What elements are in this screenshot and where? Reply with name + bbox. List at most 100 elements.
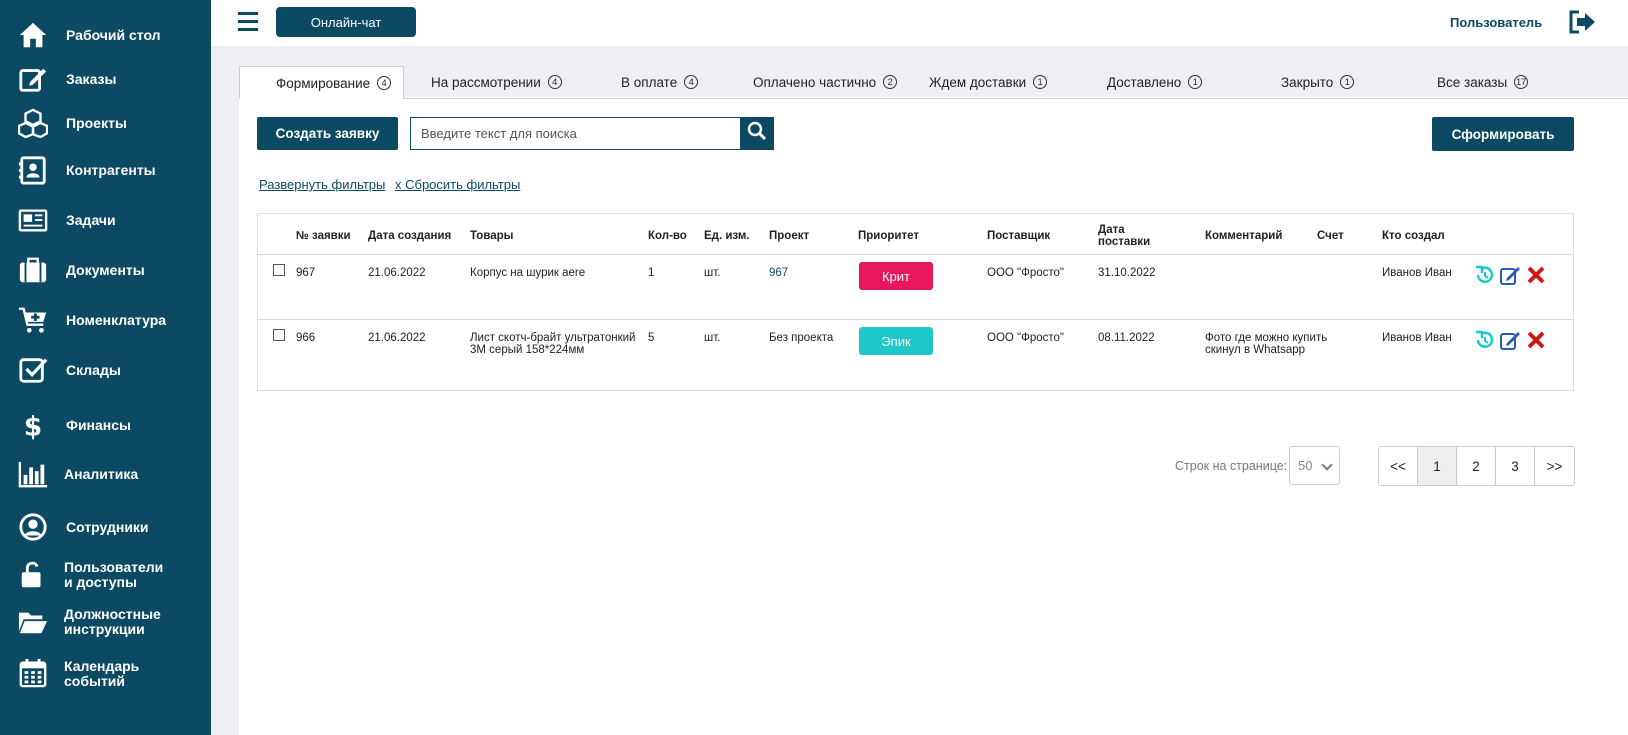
cell-number: 966 xyxy=(296,332,316,344)
page-button[interactable]: 1 xyxy=(1418,447,1457,485)
page-last-button[interactable]: >> xyxy=(1535,447,1574,485)
sidebar-item-finance[interactable]: $ Финансы xyxy=(0,408,211,442)
cell-comment: Фото где можно купить скинул в Whatsapp xyxy=(1205,332,1335,356)
sidebar-item-desktop[interactable]: Рабочий стол xyxy=(0,18,211,52)
online-chat-button[interactable]: Онлайн-чат xyxy=(276,7,416,37)
cubes-icon xyxy=(16,106,50,140)
cell-goods-line1: Корпус на шурик aere xyxy=(470,267,586,279)
sidebar-item-label: Аналитика xyxy=(64,466,139,482)
sidebar-item-documents[interactable]: Документы xyxy=(0,253,211,287)
logout-icon[interactable] xyxy=(1568,10,1596,34)
create-request-button[interactable]: Создать заявку xyxy=(257,117,398,150)
tab-label: Доставлено xyxy=(1107,74,1182,90)
delete-icon[interactable] xyxy=(1525,329,1547,351)
cell-unit: шт. xyxy=(704,267,721,279)
tabs-divider xyxy=(239,98,1628,99)
tab-count: 4 xyxy=(547,75,562,89)
page-button[interactable]: 3 xyxy=(1496,447,1535,485)
col-header-project[interactable]: Проект xyxy=(769,230,809,242)
sidebar-item-label: Пользователи и доступы xyxy=(64,560,163,590)
cell-created: 21.06.2022 xyxy=(368,267,426,279)
tab-all-orders[interactable]: Все заказы 17 xyxy=(1437,66,1529,98)
sidebar-item-label: Документы xyxy=(66,262,145,278)
sidebar-item-label: Проекты xyxy=(66,115,127,131)
row-checkbox[interactable] xyxy=(273,329,285,341)
rows-per-page-label: Строк на странице: xyxy=(1175,459,1288,473)
user-link[interactable]: Пользователь xyxy=(1450,15,1542,30)
sidebar-item-tasks[interactable]: Задачи xyxy=(0,203,211,237)
sidebar-item-nomenclature[interactable]: Номенклатура xyxy=(0,303,211,337)
col-header-priority[interactable]: Приоритет xyxy=(858,230,919,242)
tab-closed[interactable]: Закрыто 1 xyxy=(1281,66,1355,98)
newspaper-icon xyxy=(16,203,50,237)
sidebar-item-counterparties[interactable]: Контрагенты xyxy=(0,153,211,187)
rows-per-page-select[interactable]: 50 xyxy=(1289,446,1340,485)
search-input[interactable] xyxy=(410,117,741,150)
col-header-comment[interactable]: Комментарий xyxy=(1205,230,1282,242)
header-divider xyxy=(258,254,1573,255)
sidebar-item-employees[interactable]: Сотрудники xyxy=(0,510,211,544)
tab-forming[interactable]: Формирование 4 xyxy=(239,66,404,99)
expand-filters-link[interactable]: Развернуть фильтры xyxy=(259,177,385,192)
sidebar-item-users-access[interactable]: Пользователи и доступы xyxy=(0,558,211,592)
reset-filters-link[interactable]: x Сбросить фильтры xyxy=(395,177,520,192)
col-header-author[interactable]: Кто создал xyxy=(1382,230,1445,242)
cell-delivery: 31.10.2022 xyxy=(1098,267,1156,279)
tab-label: Ждем доставки xyxy=(929,74,1027,90)
page-button[interactable]: 2 xyxy=(1457,447,1496,485)
generate-button[interactable]: Сформировать xyxy=(1432,117,1574,151)
sidebar-item-orders[interactable]: Заказы xyxy=(0,62,211,96)
tab-count: 4 xyxy=(377,76,392,90)
contact-card-icon xyxy=(16,153,50,187)
col-header-supplier[interactable]: Поставщик xyxy=(987,230,1050,242)
history-icon[interactable] xyxy=(1473,329,1495,351)
cell-goods-line2: 3M серый 158*224мм xyxy=(470,344,585,356)
history-icon[interactable] xyxy=(1473,264,1495,286)
cell-supplier: ООО "Фросто" xyxy=(987,332,1065,344)
tab-count: 17 xyxy=(1514,75,1529,89)
sidebar-item-label: Контрагенты xyxy=(66,162,156,178)
sidebar-item-job-instructions[interactable]: Должностные инструкции xyxy=(0,605,211,639)
col-header-qty[interactable]: Кол-во xyxy=(648,230,687,242)
cell-goods: Лист скотч-брайт ультратонкий 3M серый 1… xyxy=(470,332,640,356)
tab-under-review[interactable]: На рассмотрении 4 xyxy=(431,66,562,98)
tab-count: 1 xyxy=(1188,75,1203,89)
page-first-button[interactable]: << xyxy=(1379,447,1418,485)
col-header-goods[interactable]: Товары xyxy=(470,230,513,242)
sidebar-item-analytics[interactable]: Аналитика xyxy=(0,457,211,491)
col-header-created[interactable]: Дата создания xyxy=(368,230,451,242)
col-header-unit[interactable]: Ед. изм. xyxy=(704,230,750,242)
folder-open-icon xyxy=(16,605,50,639)
sidebar-item-label: Должностные инструкции xyxy=(64,607,161,637)
sidebar-item-label: Сотрудники xyxy=(66,519,149,535)
briefcase-icon xyxy=(16,253,50,287)
sidebar: Рабочий стол Заказы Проекты Контрагенты … xyxy=(0,0,211,735)
label-line1: Календарь xyxy=(64,658,140,674)
tab-awaiting-delivery[interactable]: Ждем доставки 1 xyxy=(929,66,1048,98)
sidebar-item-label: Заказы xyxy=(66,71,117,87)
tab-count: 4 xyxy=(684,75,699,89)
label-line1: Пользователи xyxy=(64,559,164,575)
edit-icon[interactable] xyxy=(1499,264,1521,286)
search-button[interactable] xyxy=(740,117,774,150)
tab-partially-paid[interactable]: Оплачено частично 2 xyxy=(753,66,898,98)
col-header-invoice[interactable]: Счет xyxy=(1317,230,1344,242)
col-header-number[interactable]: № заявки xyxy=(296,230,351,242)
col-header-delivery[interactable]: Дата поставки xyxy=(1098,224,1150,248)
sidebar-item-projects[interactable]: Проекты xyxy=(0,106,211,140)
tab-in-payment[interactable]: В оплате 4 xyxy=(621,66,699,98)
tab-count: 1 xyxy=(1033,75,1048,89)
tab-delivered[interactable]: Доставлено 1 xyxy=(1107,66,1203,98)
sidebar-item-warehouses[interactable]: Склады xyxy=(0,353,211,387)
row-checkbox[interactable] xyxy=(273,264,285,276)
menu-icon[interactable] xyxy=(238,12,258,32)
cell-project-link[interactable]: 967 xyxy=(769,267,788,279)
sidebar-item-calendar[interactable]: Календарь событий xyxy=(0,656,211,690)
edit-icon xyxy=(16,62,50,96)
tab-count: 2 xyxy=(883,75,898,89)
label-line2: инструкции xyxy=(64,621,145,637)
delete-icon[interactable] xyxy=(1525,264,1547,286)
cell-author: Иванов Иван xyxy=(1382,332,1452,344)
unlock-icon xyxy=(16,558,50,592)
edit-icon[interactable] xyxy=(1499,329,1521,351)
